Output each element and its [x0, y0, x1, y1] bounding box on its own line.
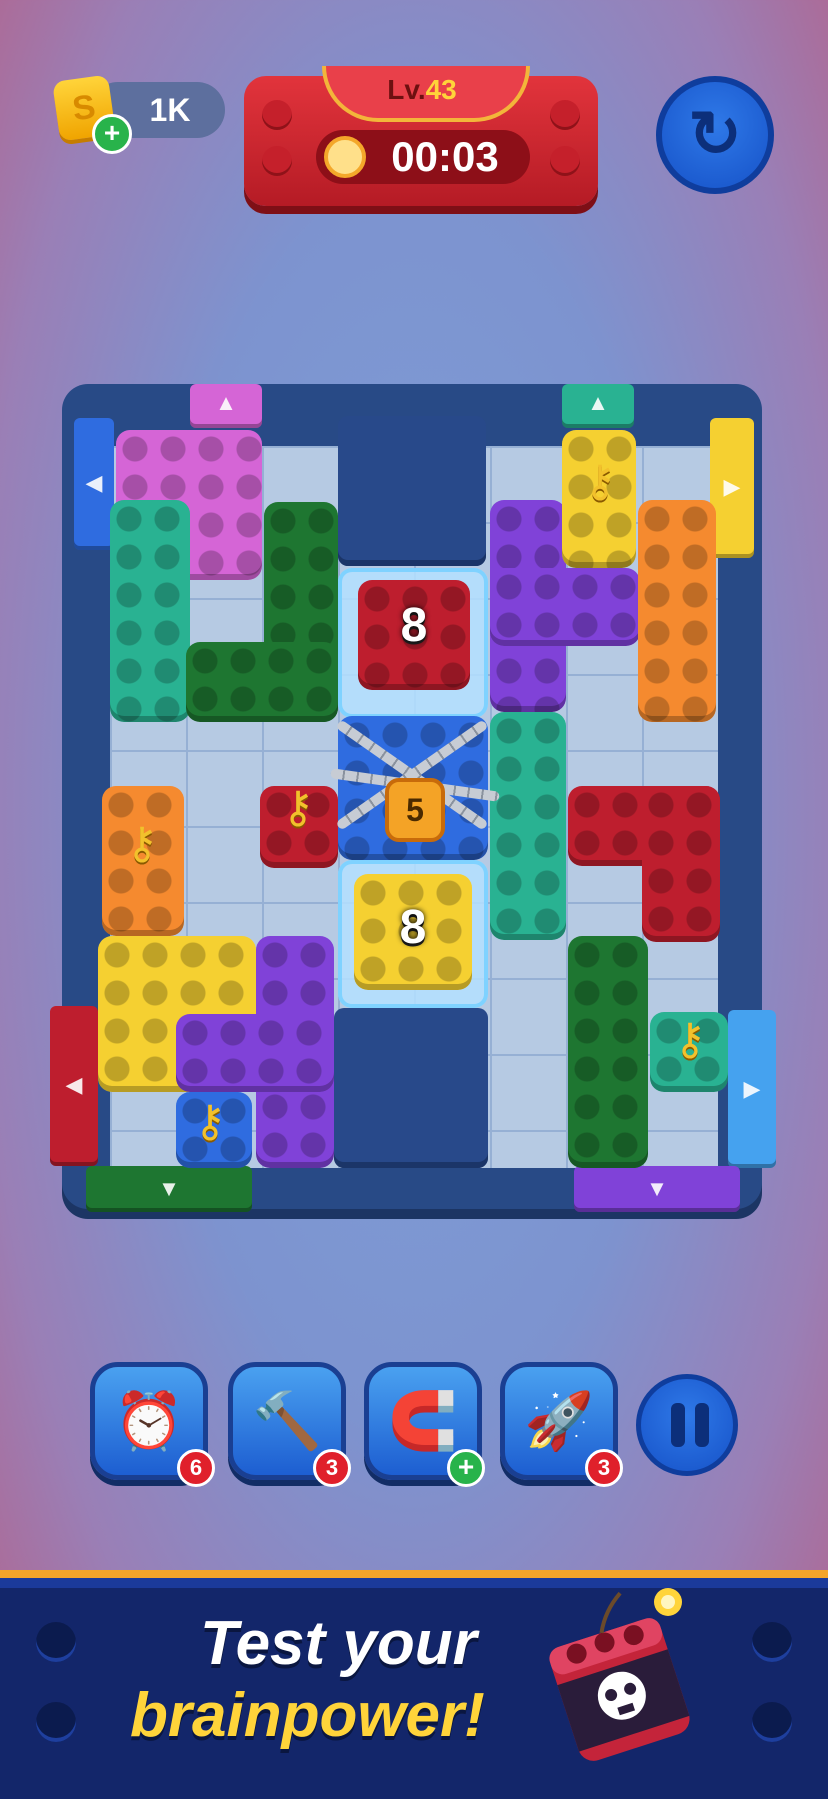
coin-amount: 1K: [149, 92, 191, 128]
panel-stud: [550, 146, 580, 176]
arrow-left-icon: ◀: [85, 470, 103, 495]
banner-rivet: [36, 1702, 76, 1742]
wall-bottom-center: [334, 1008, 488, 1168]
block-teal-left[interactable]: [110, 500, 190, 722]
exit-bottom-purple: ▼: [574, 1166, 740, 1212]
block-purple-top-horizontal[interactable]: [490, 568, 640, 646]
pause-button[interactable]: [636, 1374, 738, 1476]
banner-rivet: [752, 1622, 792, 1662]
banner-line-1: Test your: [200, 1609, 477, 1678]
booster-add-badge[interactable]: +: [447, 1449, 485, 1487]
booster-vacuum-button[interactable]: 🧲 +: [364, 1362, 485, 1487]
block-orange-right[interactable]: [638, 500, 716, 722]
restart-button[interactable]: ↻: [656, 76, 774, 194]
restart-icon: ↻: [688, 98, 742, 170]
booster-hammer-button[interactable]: 🔨 3: [228, 1362, 351, 1487]
arrow-right-icon: ▶: [743, 1076, 761, 1101]
level-prefix: Lv.: [387, 74, 426, 105]
add-coins-button[interactable]: +: [92, 114, 132, 154]
arrow-left-icon: ◀: [65, 1072, 83, 1097]
panel-stud: [550, 100, 580, 130]
booster-freeze-clock-button[interactable]: ⏰ 6: [90, 1362, 215, 1487]
booster-count-badge: 3: [585, 1449, 623, 1487]
key-icon: ⚷: [193, 1097, 227, 1146]
key-icon: ⚷: [125, 819, 159, 868]
exit-top-pink: ▲: [190, 384, 262, 428]
level-number: 43: [425, 74, 457, 105]
exit-bottom-green: ▼: [86, 1166, 252, 1212]
exit-right-yellow: ▶: [710, 418, 754, 558]
arrow-up-icon: ▲: [215, 390, 237, 415]
freeze-count: 8: [399, 901, 427, 954]
arrow-down-icon: ▼: [158, 1176, 180, 1201]
block-green-bottom[interactable]: [568, 936, 648, 1168]
block-teal-center[interactable]: [490, 712, 566, 940]
key-icon: ⚷: [583, 457, 617, 506]
banner-line-2: brainpower!: [130, 1681, 485, 1750]
freeze-count: 8: [400, 599, 428, 652]
exit-top-teal: ▲: [562, 384, 634, 428]
exit-right-lightblue: ▶: [728, 1010, 776, 1168]
banner-rivet: [752, 1702, 792, 1742]
pause-icon: [671, 1403, 685, 1447]
booster-count-badge: 6: [177, 1449, 215, 1487]
tnt-skull-icon: [549, 1588, 690, 1761]
banner-rivet: [36, 1622, 76, 1662]
booster-count-badge: 3: [313, 1449, 351, 1487]
padlock-icon: 5: [385, 778, 445, 842]
key-icon: ⚷: [281, 783, 315, 832]
exit-left-red: ◀: [50, 1006, 98, 1166]
block-red-right-vertical[interactable]: [642, 786, 720, 942]
arrow-right-icon: ▶: [723, 474, 741, 499]
panel-stud: [262, 100, 292, 130]
wall-top-center: [338, 416, 486, 566]
block-green-top-horizontal[interactable]: [186, 642, 338, 722]
arrow-down-icon: ▼: [646, 1176, 668, 1201]
block-purple-bottom-horizontal[interactable]: [176, 1014, 334, 1092]
stopwatch-icon: [324, 136, 366, 178]
panel-stud: [262, 146, 292, 176]
key-icon: ⚷: [673, 1015, 707, 1064]
exit-left-blue: ◀: [74, 418, 114, 550]
arrow-up-icon: ▲: [587, 390, 609, 415]
pause-icon: [695, 1403, 709, 1447]
booster-rocket-button[interactable]: 🚀 3: [500, 1362, 623, 1487]
timer-value: 00:03: [391, 133, 499, 180]
level-label: Lv.43: [322, 74, 522, 114]
